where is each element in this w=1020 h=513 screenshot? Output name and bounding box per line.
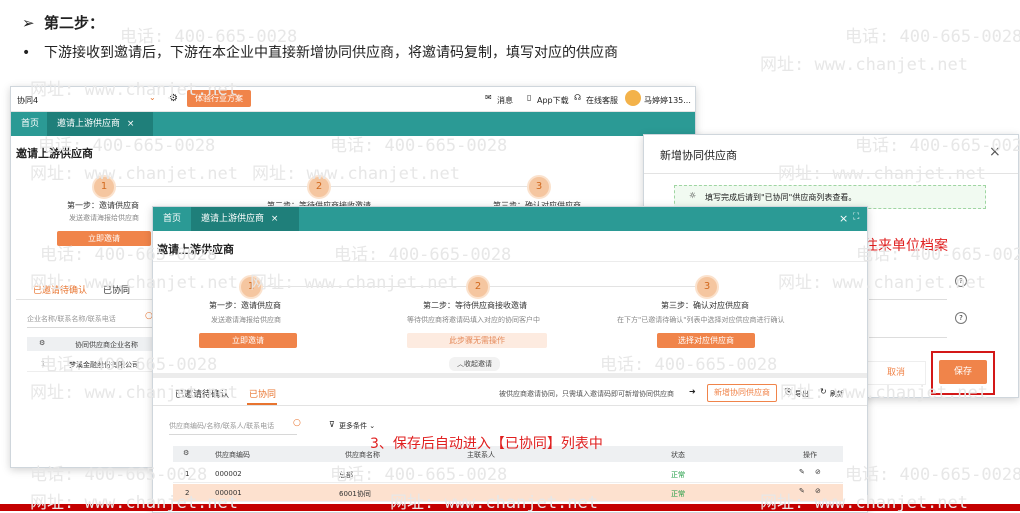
status-badge: 正常 bbox=[671, 471, 685, 479]
message-icon[interactable]: ✉ bbox=[485, 93, 492, 102]
app-download-icon[interactable]: ▯ bbox=[527, 93, 531, 102]
no-action-button: 此步骤无需操作 bbox=[407, 333, 547, 348]
user-name[interactable]: 马婷婷135... bbox=[644, 95, 691, 106]
dialog-title: 新增协同供应商 bbox=[660, 149, 737, 162]
edit-icon[interactable]: ✎ bbox=[799, 468, 805, 476]
avatar[interactable] bbox=[625, 90, 641, 106]
headset-icon[interactable]: ☊ bbox=[574, 93, 581, 102]
filter-icon[interactable]: ⊽ bbox=[329, 420, 335, 429]
step-2-badge: 2 bbox=[466, 275, 490, 299]
arrow-right-icon: ➜ bbox=[689, 387, 696, 396]
step-3-badge: 3 bbox=[527, 175, 551, 199]
fullscreen-icon[interactable]: ⛶ bbox=[853, 212, 859, 222]
step-annotation: 3、保存后自动进入【已协同】列表中 bbox=[370, 436, 603, 452]
app-download-link[interactable]: App下载 bbox=[537, 95, 569, 106]
cancel-button[interactable]: 取消 bbox=[866, 361, 926, 385]
save-button-highlight: 保存 bbox=[931, 351, 995, 395]
more-filters-button[interactable]: 更多条件 ⌄ bbox=[339, 421, 375, 431]
arrow-bullet-icon: ➢ bbox=[22, 14, 35, 32]
status-badge: 正常 bbox=[671, 490, 685, 498]
chevron-down-icon: ⌄ bbox=[367, 422, 376, 430]
search-input[interactable]: 企业名称/联系名称/联系电话 bbox=[27, 314, 153, 328]
subtab-collaborated[interactable]: 已协同 bbox=[103, 283, 130, 296]
watermark-phone: 电话: 400-665-0028 bbox=[845, 465, 1020, 485]
column-header: 状态 bbox=[671, 451, 685, 459]
subtab-collaborated[interactable]: 已协同 bbox=[249, 387, 276, 400]
close-icon[interactable]: × bbox=[839, 212, 848, 225]
tab-home[interactable]: 首页 bbox=[11, 112, 49, 136]
step-1-badge: 1 bbox=[92, 175, 116, 199]
table-row[interactable]: 1 000002 总部 正常 ✎ ⊘ bbox=[173, 465, 843, 483]
column-header: 操作 bbox=[803, 451, 817, 459]
close-icon[interactable]: × bbox=[271, 214, 279, 224]
invite-code-notice: 被供应商邀请协同，只需填入邀请码即可新增协同供应商 bbox=[499, 390, 674, 398]
slide-footer-bar bbox=[0, 504, 1020, 511]
refresh-button[interactable]: 刷新 bbox=[830, 389, 844, 399]
step-3-badge: 3 bbox=[695, 275, 719, 299]
tab-invite-supplier[interactable]: 邀请上游供应商 × bbox=[191, 207, 299, 231]
help-icon[interactable]: ? bbox=[955, 275, 967, 287]
step-1-sub: 发送邀请海报给供应商 bbox=[211, 316, 281, 324]
page-title: 邀请上游供应商 bbox=[16, 147, 93, 160]
page-title: 邀请上游供应商 bbox=[157, 243, 234, 256]
export-button[interactable]: 导出 bbox=[795, 389, 809, 399]
collapse-invite-toggle[interactable]: ︿收起邀请 bbox=[449, 357, 500, 371]
table-row[interactable]: 2 000001 6001协同 正常 ✎ ⊘ bbox=[173, 484, 843, 502]
front-app-window: 首页 邀请上游供应商 × × ⛶ 邀请上游供应商 1 2 3 第一步：邀请供应商… bbox=[152, 206, 868, 513]
step-3-sub: 在下方"已邀请待确认"列表中选择对应供应商进行确认 bbox=[617, 316, 785, 324]
online-service-link[interactable]: 在线客服 bbox=[586, 95, 618, 106]
slide-step-title: ➢ 第二步： bbox=[22, 14, 105, 32]
tab-bar: 首页 邀请上游供应商 × bbox=[11, 112, 695, 136]
step-2-label: 第二步：等待供应商接收邀请 bbox=[423, 301, 527, 310]
subtab-pending[interactable]: 已邀请待确认 bbox=[175, 387, 229, 400]
overlay-annotation: 往来单位档案 bbox=[864, 238, 948, 254]
dot-bullet-icon: • bbox=[22, 45, 31, 61]
form-field-2[interactable] bbox=[869, 327, 947, 338]
disable-icon[interactable]: ⊘ bbox=[815, 487, 821, 495]
watermark-phone: 电话: 400-665-0028 bbox=[845, 27, 1020, 47]
experience-button[interactable]: 体验行业方案 bbox=[187, 90, 251, 107]
form-field-1[interactable] bbox=[869, 289, 947, 300]
step-2-sub: 等待供应商将邀请码填入对应的协同客户中 bbox=[407, 316, 540, 324]
gear-icon[interactable]: ⚙ bbox=[39, 339, 45, 347]
tab-bar: 首页 邀请上游供应商 × × ⛶ bbox=[153, 207, 867, 231]
step-1-badge: 1 bbox=[239, 275, 263, 299]
help-icon[interactable]: ? bbox=[955, 312, 967, 324]
step-2-badge: 2 bbox=[307, 175, 331, 199]
refresh-icon[interactable]: ↻ bbox=[820, 387, 827, 396]
column-header: 供应商编码 bbox=[215, 451, 250, 459]
disable-icon[interactable]: ⊘ bbox=[815, 468, 821, 476]
company-selector[interactable]: 协同4 bbox=[17, 95, 38, 106]
table-row[interactable]: 1 梦溪金融股份有限公司 bbox=[27, 357, 161, 372]
lightbulb-icon: ☼ bbox=[689, 191, 697, 200]
table-header: ⚙ 协同供应商企业名称 bbox=[27, 337, 161, 351]
invite-now-button[interactable]: 立即邀请 bbox=[199, 333, 297, 348]
gear-icon[interactable]: ⚙ bbox=[183, 449, 189, 457]
watermark-site: 网址: www.chanjet.net bbox=[760, 55, 968, 75]
close-icon[interactable]: × bbox=[127, 119, 135, 129]
step-1-label: 第一步：邀请供应商 bbox=[67, 201, 139, 210]
step-1-sub: 发送邀请海报给供应商 bbox=[69, 214, 139, 222]
subtab-pending[interactable]: 已邀请待确认 bbox=[33, 283, 87, 296]
tab-home[interactable]: 首页 bbox=[153, 207, 191, 231]
step-3-label: 第三步：确认对应供应商 bbox=[661, 301, 749, 310]
save-button[interactable]: 保存 bbox=[939, 360, 987, 384]
step-1-label: 第一步：邀请供应商 bbox=[209, 301, 281, 310]
tab-invite-supplier[interactable]: 邀请上游供应商 × bbox=[47, 112, 153, 136]
app-top-bar: 协同4 ⌄ ⚙ 体验行业方案 ✉ 消息 ▯ App下载 ☊ 在线客服 马婷婷13… bbox=[11, 87, 695, 112]
search-icon[interactable]: ○ bbox=[293, 418, 301, 428]
edit-icon[interactable]: ✎ bbox=[799, 487, 805, 495]
gear-icon[interactable]: ⚙ bbox=[169, 93, 178, 104]
add-collab-supplier-button[interactable]: 新增协同供应商 bbox=[707, 384, 777, 402]
chevron-down-icon[interactable]: ⌄ bbox=[149, 93, 156, 102]
invite-now-button[interactable]: 立即邀请 bbox=[57, 231, 151, 246]
slide-bullet-text: • 下游接收到邀请后，下游在本企业中直接新增协同供应商，将邀请码复制，填写对应的供… bbox=[22, 45, 618, 61]
select-supplier-button[interactable]: 选择对应供应商 bbox=[657, 333, 755, 348]
export-icon[interactable]: ⎘ bbox=[785, 387, 791, 397]
close-icon[interactable]: × bbox=[989, 144, 1001, 160]
message-link[interactable]: 消息 bbox=[497, 95, 513, 106]
search-input[interactable]: 供应商编码/名称/联系人/联系电话 bbox=[169, 421, 297, 435]
chevron-up-icon: ︿ bbox=[457, 360, 464, 368]
